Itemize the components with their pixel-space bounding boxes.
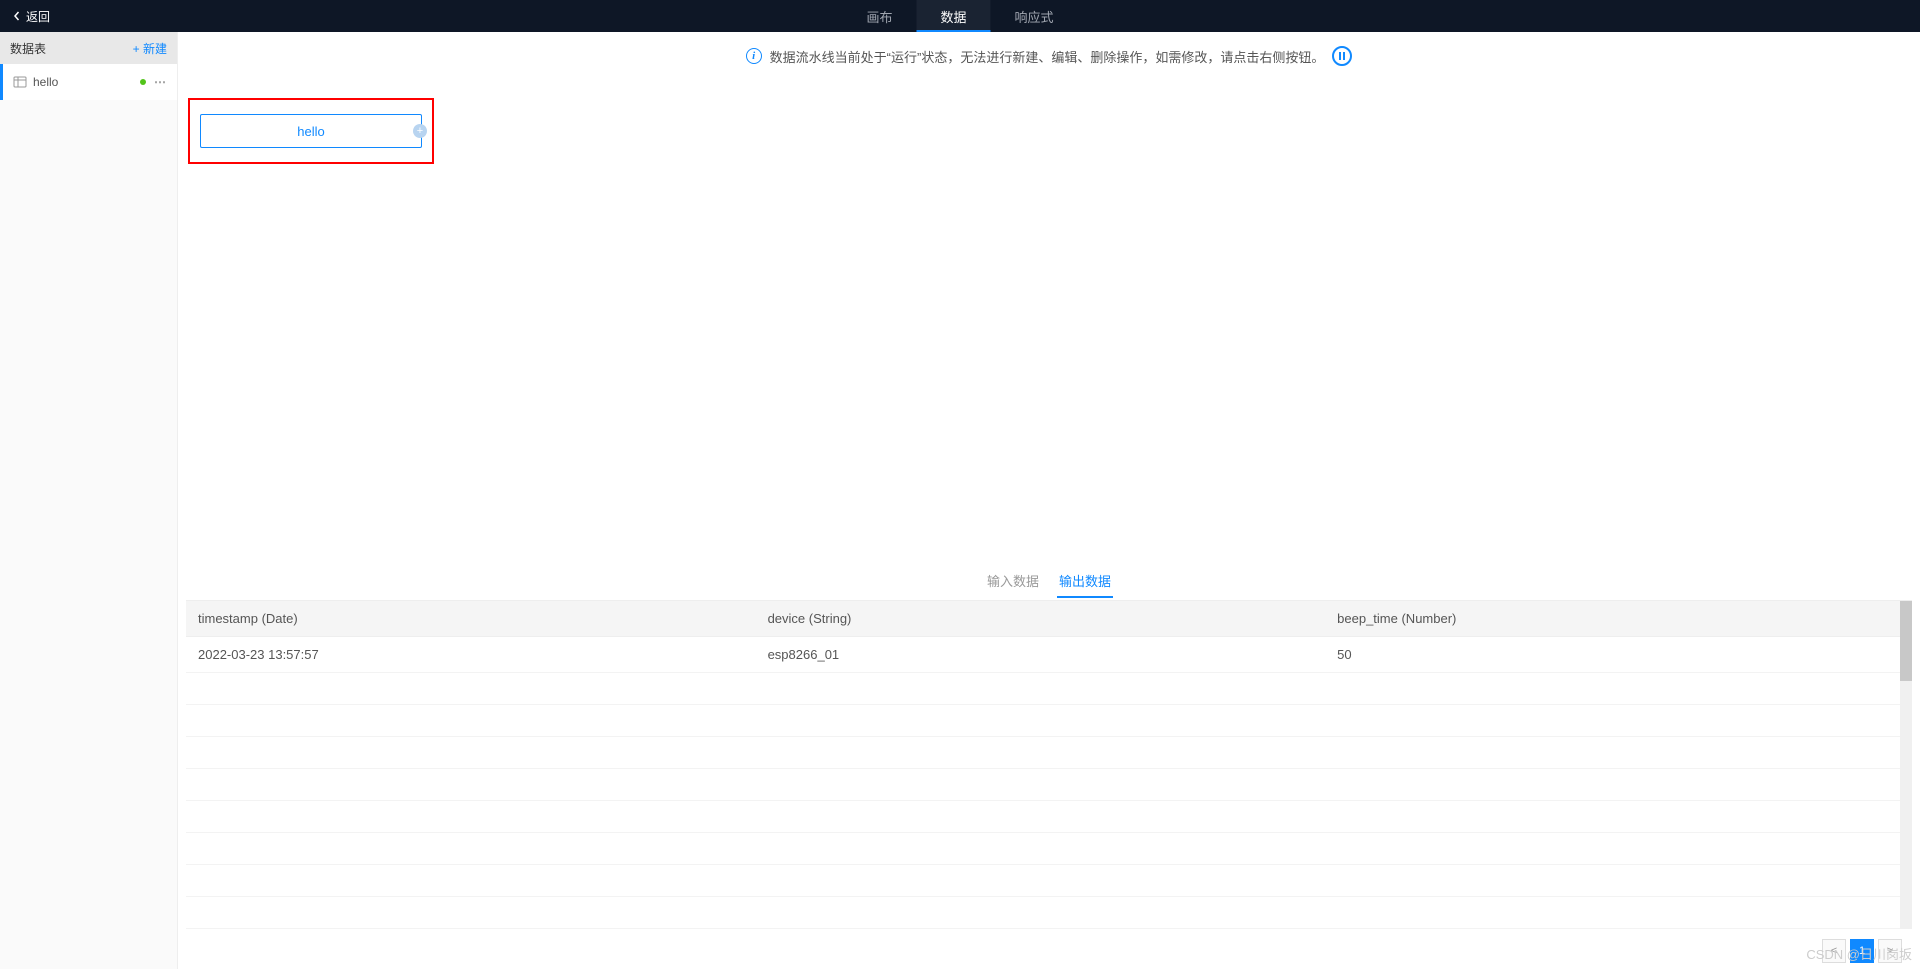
sidebar: 数据表 + 新建 hello ⋯ [0,32,178,969]
scrollbar[interactable] [1900,601,1912,929]
scrollbar-thumb[interactable] [1900,601,1912,681]
pause-button[interactable] [1332,46,1352,66]
sidebar-header: 数据表 + 新建 [0,32,177,64]
pagination-prev[interactable]: < [1822,939,1846,963]
info-bar: i 数据流水线当前处于“运行”状态，无法进行新建、编辑、删除操作，如需修改，请点… [178,32,1920,80]
sub-tab-output[interactable]: 输出数据 [1057,565,1113,596]
top-tabs: 画布 数据 响应式 [842,0,1077,32]
table-header-row: timestamp (Date) device (String) beep_ti… [186,601,1912,637]
new-button[interactable]: + 新建 [133,40,167,57]
hello-node-card[interactable]: hello + [200,114,422,148]
table-row [186,897,1912,929]
cell-beep-time: 50 [1325,637,1912,673]
table-row [186,769,1912,801]
col-device: device (String) [756,601,1326,637]
upper-area: i 数据流水线当前处于“运行”状态，无法进行新建、编辑、删除操作，如需修改，请点… [178,32,1920,390]
info-icon: i [746,48,762,64]
table-row [186,673,1912,705]
tab-responsive[interactable]: 响应式 [991,0,1078,32]
layout: 数据表 + 新建 hello ⋯ i 数据流水线当前处于“运行”状态，无法进行新… [0,32,1920,969]
tab-canvas[interactable]: 画布 [842,0,916,32]
table-row [186,801,1912,833]
data-table: timestamp (Date) device (String) beep_ti… [186,601,1912,929]
table-row [186,833,1912,865]
hello-card-label: hello [297,124,324,139]
card-area: hello + [178,80,1920,182]
col-timestamp: timestamp (Date) [186,601,756,637]
sub-tabs: 输入数据 输出数据 [178,557,1920,600]
back-button[interactable]: 返回 [0,0,62,32]
back-label: 返回 [26,8,50,25]
sidebar-title: 数据表 [10,40,46,57]
topbar: 返回 画布 数据 响应式 [0,0,1920,32]
highlight-box: hello + [188,98,434,164]
sidebar-item-hello[interactable]: hello ⋯ [0,64,177,100]
cell-timestamp: 2022-03-23 13:57:57 [186,637,756,673]
table-row [186,737,1912,769]
chevron-left-icon [12,11,22,21]
table-row [186,705,1912,737]
table-icon [13,75,27,89]
sidebar-item-label: hello [33,75,140,89]
pagination-page-1[interactable]: 1 [1850,939,1874,963]
table-wrap: timestamp (Date) device (String) beep_ti… [186,600,1912,929]
pagination-next[interactable]: > [1878,939,1902,963]
pagination: < 1 > [178,929,1920,969]
add-node-button[interactable]: + [413,124,427,138]
info-text: 数据流水线当前处于“运行”状态，无法进行新建、编辑、删除操作，如需修改，请点击右… [770,47,1325,66]
table-row[interactable]: 2022-03-23 13:57:57 esp8266_01 50 [186,637,1912,673]
cell-device: esp8266_01 [756,637,1326,673]
main: i 数据流水线当前处于“运行”状态，无法进行新建、编辑、删除操作，如需修改，请点… [178,32,1920,969]
table-row [186,865,1912,897]
more-icon[interactable]: ⋯ [154,75,167,89]
sub-tab-input[interactable]: 输入数据 [985,565,1041,596]
col-beep-time: beep_time (Number) [1325,601,1912,637]
tab-data[interactable]: 数据 [916,0,990,32]
status-dot [140,79,146,85]
